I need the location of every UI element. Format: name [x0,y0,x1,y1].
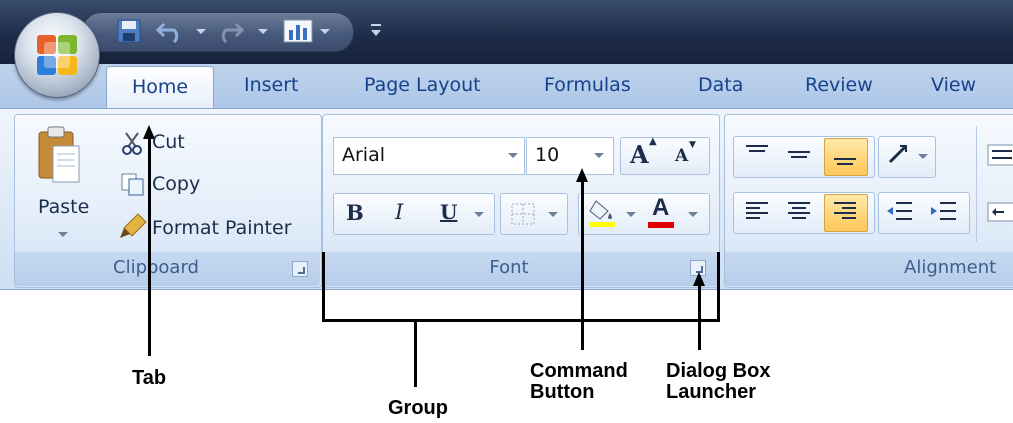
font-color-dropdown-icon[interactable] [688,212,698,217]
office-logo-icon [37,35,77,75]
chart-dropdown-icon[interactable] [320,29,330,34]
underline-dropdown-icon[interactable] [474,212,484,217]
qat-customize-icon[interactable] [368,21,384,39]
font-name-dropdown-icon[interactable] [508,153,518,158]
align-left-icon[interactable] [744,198,770,224]
align-center-icon[interactable] [786,198,812,224]
tab-review[interactable]: Review [805,74,873,96]
clipboard-group-label: Clipboard [113,257,199,278]
align-middle-icon[interactable] [786,142,812,168]
tab-page-layout[interactable]: Page Layout [364,74,481,96]
redo-dropdown-icon[interactable] [258,29,268,34]
paste-button[interactable]: Paste [38,196,89,218]
increase-indent-icon[interactable] [928,198,958,224]
tab-home[interactable]: Home [106,66,214,111]
paste-dropdown-icon[interactable] [58,232,68,237]
annotation-tab: Tab [132,367,167,389]
group-bracket-left [322,252,325,322]
group-callout-line [414,319,417,387]
format-painter-icon [120,213,147,238]
alignment-group-label: Alignment [904,257,997,278]
group-bracket-bottom [322,319,720,322]
tab-formulas[interactable]: Formulas [544,74,631,96]
tab-callout-line [148,135,151,356]
annotation-group: Group [388,397,448,419]
shrink-font-icon[interactable]: A [675,146,688,166]
align-bottom-icon[interactable] [832,142,858,168]
cut-icon [122,132,142,155]
clipboard-dialog-launcher[interactable] [292,261,308,277]
office-button[interactable] [14,12,100,98]
group-bracket-right [717,252,720,322]
align-right-icon[interactable] [832,198,858,224]
fill-color-dropdown-icon[interactable] [626,212,636,217]
align-top-icon[interactable] [744,142,770,168]
annotation-command-button: Command Button [530,360,628,403]
font-group-label: Font [489,257,529,278]
decrease-indent-icon[interactable] [884,198,914,224]
command-button-callout-line [581,178,584,350]
copy-icon [121,173,144,196]
underline-button[interactable]: U [440,200,457,224]
chart-icon[interactable] [283,18,313,44]
tab-view[interactable]: View [931,74,976,96]
italic-button[interactable]: I [395,200,403,224]
copy-button[interactable]: Copy [152,173,200,195]
fill-color-icon[interactable] [586,197,620,229]
merge-center-icon[interactable] [986,200,1013,224]
undo-icon[interactable] [156,18,186,44]
annotation-dialog-box-launcher: Dialog Box Launcher [666,360,771,403]
bold-button[interactable]: B [346,200,364,225]
paste-icon[interactable] [36,124,82,188]
undo-dropdown-icon[interactable] [196,29,206,34]
save-icon[interactable] [116,18,142,44]
grow-font-icon[interactable]: A [630,140,649,169]
borders-dropdown-icon[interactable] [548,212,558,217]
format-painter-button[interactable]: Format Painter [152,217,292,239]
tab-data[interactable]: Data [698,74,743,96]
orientation-dropdown-icon[interactable] [918,154,928,159]
font-size-dropdown-icon[interactable] [594,153,604,158]
borders-icon[interactable] [510,202,536,226]
font-color-icon[interactable]: A [652,194,669,222]
orientation-icon[interactable] [886,142,912,168]
wrap-text-icon[interactable] [986,142,1013,168]
tab-insert[interactable]: Insert [244,74,299,96]
dialog-launcher-callout-line [698,282,701,350]
redo-icon[interactable] [218,18,244,44]
font-name-combo[interactable]: Arial [333,137,525,175]
cut-button[interactable]: Cut [152,131,185,153]
